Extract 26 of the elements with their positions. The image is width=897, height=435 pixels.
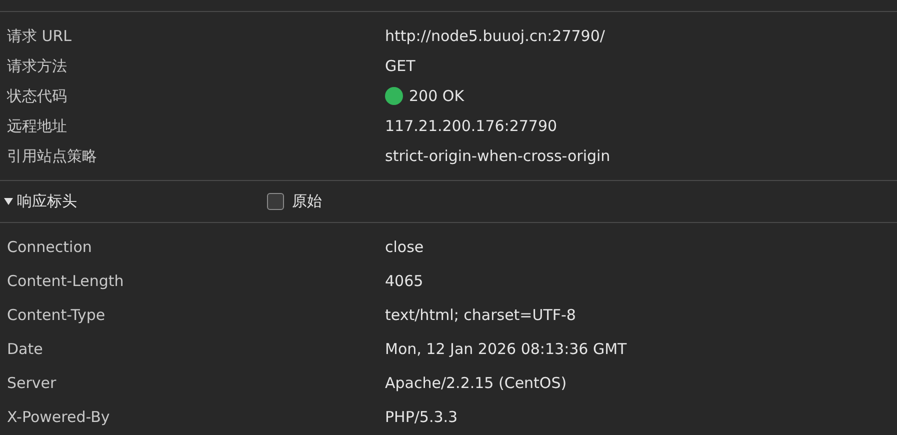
header-name: Content-Length bbox=[6, 272, 125, 290]
header-name: X-Powered-By bbox=[6, 408, 111, 426]
header-name: Date bbox=[6, 340, 44, 358]
header-value: 4065 bbox=[385, 272, 424, 290]
field-name: 状态代码 bbox=[6, 86, 68, 106]
field-name: 引用站点策略 bbox=[6, 146, 98, 166]
field-value: strict-origin-when-cross-origin bbox=[385, 147, 610, 165]
header-value: Mon, 12 Jan 2026 08:13:36 GMT bbox=[385, 340, 627, 358]
header-value: close bbox=[385, 238, 424, 256]
field-name: 远程地址 bbox=[6, 116, 68, 136]
field-value: GET bbox=[385, 57, 416, 75]
field-name: 请求 URL bbox=[6, 26, 73, 46]
field-value: 117.21.200.176:27790 bbox=[385, 117, 558, 135]
header-value: text/html; charset=UTF-8 bbox=[385, 306, 576, 324]
triangle-icon bbox=[4, 197, 13, 206]
field-value: 200 OK bbox=[409, 87, 464, 105]
header-name: Server bbox=[6, 374, 58, 392]
header-value: PHP/5.3.3 bbox=[385, 408, 458, 426]
field-value: http://node5.buuoj.cn:27790/ bbox=[385, 27, 605, 45]
header-name: Connection bbox=[6, 238, 93, 256]
raw-checkbox[interactable] bbox=[267, 193, 284, 210]
header-name: Content-Type bbox=[6, 306, 106, 324]
field-name: 请求方法 bbox=[6, 56, 68, 76]
section-toggle[interactable]: 响应标头 bbox=[0, 192, 267, 211]
header-value: Apache/2.2.15 (CentOS) bbox=[385, 374, 567, 392]
raw-label: 原始 bbox=[292, 192, 322, 211]
